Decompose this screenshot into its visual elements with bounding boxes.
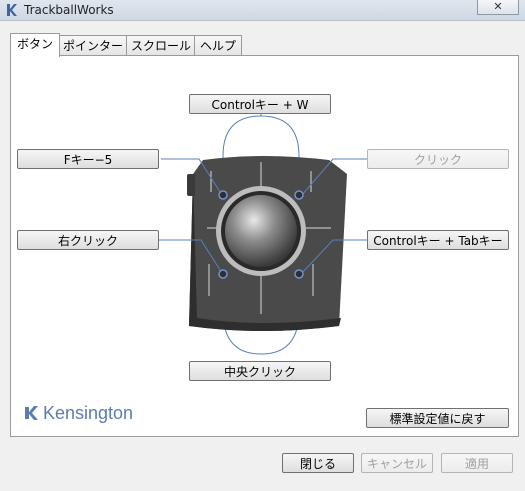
bottom-button-assignment[interactable]: 中央クリック [189,361,331,381]
tab-pointer[interactable]: ポインター [58,35,128,56]
cancel-button[interactable]: キャンセル [361,453,433,473]
close-window-button[interactable]: ✕ [477,0,519,15]
tab-buttons[interactable]: ボタン [10,33,60,57]
buttons-tab-panel: Controlキー + W Fキー−5 クリック 右クリック Controlキー… [10,55,519,437]
tab-scroll[interactable]: スクロール [126,35,196,56]
lower-right-button-assignment[interactable]: Controlキー + Tabキー [367,230,509,250]
title-bar: TrackballWorks ✕ [0,0,525,21]
kensington-app-icon [7,4,17,16]
brand-name: Kensington [43,403,134,423]
upper-right-button-assignment[interactable]: クリック [367,149,509,169]
kensington-logo: Kensington [23,403,133,425]
lower-left-button-assignment[interactable]: 右クリック [17,230,159,250]
top-button-assignment[interactable]: Controlキー + W [189,94,331,114]
window-title: TrackballWorks [24,3,114,17]
tab-help[interactable]: ヘルプ [194,35,242,56]
kensington-logo-icon [25,406,38,420]
upper-left-button-assignment[interactable]: Fキー−5 [17,149,159,169]
reset-defaults-button[interactable]: 標準設定値に戻す [366,408,509,428]
close-button[interactable]: 閉じる [282,453,354,473]
apply-button[interactable]: 適用 [441,453,513,473]
